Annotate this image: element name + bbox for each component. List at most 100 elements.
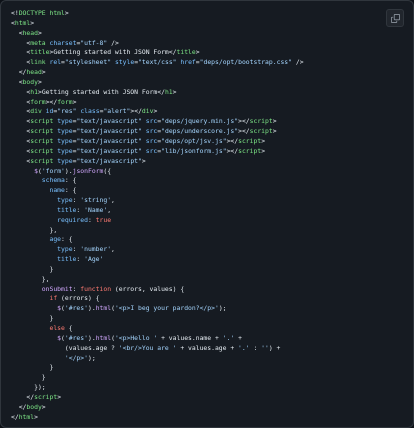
copy-button[interactable] — [386, 9, 404, 27]
code-token: > — [37, 28, 42, 37]
code-token: h1 — [164, 87, 173, 96]
code-token: : { — [64, 176, 77, 185]
code-token: > — [64, 9, 69, 17]
code-token: errors, values — [118, 284, 173, 293]
code-token: href — [180, 58, 196, 67]
code-token: name — [49, 186, 65, 195]
code-line: if (errors) { — [11, 294, 304, 304]
code-token: src — [145, 127, 158, 136]
code-token: meta — [30, 38, 46, 47]
code-token: ); — [218, 304, 227, 313]
code-line: }, — [11, 226, 304, 236]
code-token: '</p>' — [64, 353, 88, 362]
code-token: form — [57, 97, 73, 106]
code-token: ></ — [130, 107, 142, 116]
code-token: }); — [34, 383, 46, 392]
code-token: "text/javascript" — [76, 117, 142, 126]
code-token: ) { — [88, 294, 100, 303]
code-token: > — [141, 156, 146, 165]
code-token: charset — [49, 38, 77, 47]
code-token: > — [195, 48, 200, 57]
code-token: ></ — [226, 146, 239, 155]
code-token: src — [145, 117, 158, 126]
code-line: <script type="text/javascript" src="deps… — [11, 137, 304, 147]
code-token: > — [57, 392, 62, 401]
code-token: "res" — [57, 107, 77, 116]
code-line: <script type="text/javascript" src="lib/… — [11, 147, 304, 157]
code-token: : { — [64, 186, 77, 195]
code-token: > — [172, 87, 177, 96]
code-token: "deps/jquery.min.js" — [161, 117, 239, 126]
code-token: type — [57, 136, 73, 145]
code-token: '<br/>You are ' — [118, 343, 177, 352]
code-token: h1 — [30, 87, 38, 96]
code-token: : — [87, 215, 96, 224]
code-line: }); — [11, 383, 304, 393]
code-token: > — [153, 107, 158, 116]
code-token: src — [145, 136, 158, 145]
code-token: + values.age + — [176, 343, 239, 352]
code-token: ); — [87, 353, 96, 362]
code-line: <div id="res" class="alert"></div> — [11, 107, 304, 117]
code-token: { — [68, 324, 73, 332]
code-token: > — [272, 127, 277, 136]
code-token: , — [107, 205, 112, 214]
code-token: </ — [11, 412, 19, 421]
code-token: 'Age' — [84, 255, 104, 264]
code-token: "deps/opt/jsv.js" — [161, 136, 227, 145]
code-token: ></ — [238, 117, 250, 126]
code-token: "stylesheet" — [64, 58, 112, 67]
code-token: 'number' — [80, 245, 112, 254]
code-token: > — [261, 136, 266, 145]
code-token: script — [238, 146, 262, 155]
code-token: html — [95, 304, 112, 313]
code-token: "text/css" — [138, 58, 177, 67]
code-token: title — [176, 48, 196, 57]
code-token: , — [111, 196, 115, 205]
code-token: onSubmit — [41, 284, 73, 293]
code-token: div — [141, 107, 154, 116]
code-token: type — [57, 196, 73, 205]
copy-icon — [390, 13, 400, 23]
code-token: title — [57, 255, 77, 264]
code-token: "text/javascript" — [76, 136, 142, 145]
code-token: /> — [111, 38, 119, 47]
code-token: > — [41, 68, 46, 77]
code-line: <!DOCTYPE html> — [11, 9, 304, 19]
code-token: "text/javascript" — [76, 156, 142, 165]
code-line: <script type="text/javascript"> — [11, 157, 304, 167]
code-token: type — [57, 156, 73, 165]
code-token: : — [76, 205, 85, 214]
code-text: <!DOCTYPE html> <html> <head> <meta chars… — [11, 9, 304, 422]
code-token: ></ — [226, 136, 239, 145]
code-token: Getting started with JSON Form — [41, 87, 158, 96]
code-line: $('form').jsonForm({ — [11, 167, 304, 177]
code-token: type — [57, 245, 73, 254]
code-token: type — [57, 146, 73, 155]
code-line: <meta charset="utf-8" /> — [11, 39, 304, 49]
code-token: <! — [11, 9, 19, 17]
code-token: body — [26, 402, 42, 411]
code-token: : — [249, 343, 262, 352]
code-line: </body> — [11, 403, 304, 413]
code-line: '</p>'); — [11, 354, 304, 364]
code-token: "alert" — [103, 107, 131, 116]
code-line: <script type="text/javascript" src="deps… — [11, 117, 304, 127]
code-line: onSubmit: function (errors, values) { — [11, 285, 304, 295]
code-token: ></ — [45, 97, 58, 106]
